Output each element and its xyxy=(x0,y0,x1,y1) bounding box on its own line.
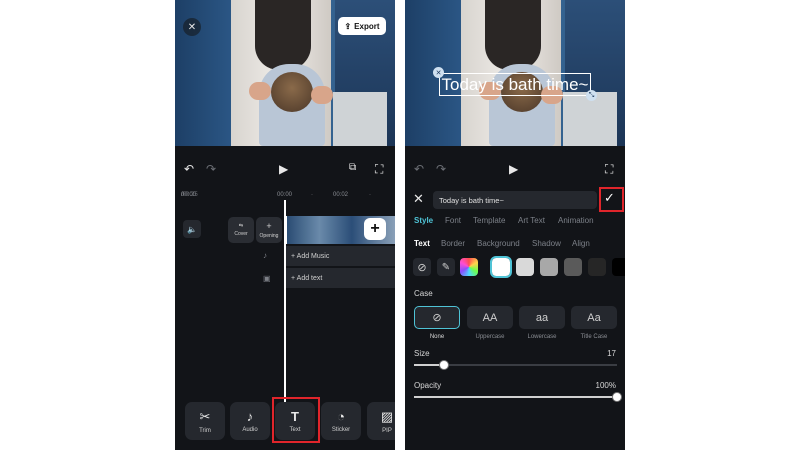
playback-controls: ↶ ↷ ▶ ⛶ xyxy=(405,160,625,180)
tab-animation[interactable]: Animation xyxy=(558,216,594,225)
opacity-value: 100% xyxy=(595,381,616,390)
size-slider-knob[interactable] xyxy=(439,360,450,370)
add-clip-button[interactable]: + xyxy=(364,218,386,240)
tab-style[interactable]: Style xyxy=(414,216,445,225)
case-uppercase-label: Uppercase xyxy=(475,334,505,340)
ruler-mark: 00:00 xyxy=(277,192,293,198)
case-titlecase-button[interactable]: Aa xyxy=(571,306,617,329)
style-tabs: Style Font Template Art Text Animation xyxy=(414,216,625,225)
close-icon[interactable]: ✕ xyxy=(413,191,424,207)
pip-image-icon: ▨ xyxy=(380,408,394,424)
opening-button[interactable]: + Opening xyxy=(256,217,282,243)
play-icon[interactable]: ▶ xyxy=(279,162,288,176)
export-button[interactable]: ⇪ Export xyxy=(338,17,386,35)
tab-art-text[interactable]: Art Text xyxy=(518,216,558,225)
case-titlecase-label: Title Case xyxy=(580,334,608,340)
fullscreen-icon[interactable]: ⛶ xyxy=(605,162,613,177)
text-track-icon: ▣ xyxy=(263,274,271,283)
mute-icon[interactable]: 🔈 xyxy=(183,220,201,238)
play-icon[interactable]: ▶ xyxy=(509,162,518,176)
case-heading: Case xyxy=(414,289,433,298)
ruler-dot: · xyxy=(311,192,313,198)
size-value: 17 xyxy=(607,349,616,358)
case-none-label: None xyxy=(429,334,445,340)
color-swatch[interactable] xyxy=(540,258,558,276)
plus-icon: + xyxy=(266,221,272,231)
color-swatch[interactable] xyxy=(612,258,625,276)
text-tool-highlight xyxy=(272,397,320,443)
eyedropper-icon[interactable]: ✎ xyxy=(437,258,455,276)
undo-icon[interactable]: ↶ xyxy=(184,162,194,176)
subtab-border[interactable]: Border xyxy=(441,239,477,248)
tool-audio[interactable]: ♪ Audio xyxy=(230,402,270,440)
redo-icon[interactable]: ↷ xyxy=(436,162,446,176)
undo-icon[interactable]: ↶ xyxy=(414,162,424,176)
cover-button[interactable]: ⇆ Cover xyxy=(228,217,254,243)
video-editor-screen: ✕ ⇪ Export ↶ ↷ ▶ ⧉ ⛶ 00:00/00:25 00:00 ·… xyxy=(175,0,395,450)
tab-template[interactable]: Template xyxy=(473,216,518,225)
opacity-slider-knob[interactable] xyxy=(612,392,622,402)
size-slider[interactable] xyxy=(414,360,617,370)
magic-settings-icon[interactable]: ⧉ xyxy=(349,162,356,173)
resize-rotate-icon[interactable]: ⤡ xyxy=(586,90,597,101)
no-color-icon[interactable]: ⊘ xyxy=(413,258,431,276)
ruler-mark: 00:02 xyxy=(333,192,349,198)
color-swatch[interactable] xyxy=(490,256,512,278)
redo-icon[interactable]: ↷ xyxy=(206,162,216,176)
music-note-icon: ♪ xyxy=(246,409,254,424)
subtab-text[interactable]: Text xyxy=(414,239,441,248)
text-subtabs: Text Border Background Shadow Align xyxy=(414,239,625,248)
color-picker-icon[interactable] xyxy=(460,258,478,276)
tab-font[interactable]: Font xyxy=(445,216,473,225)
tool-pip[interactable]: ▨ PIP xyxy=(367,402,395,440)
tool-sticker[interactable]: ◔ Sticker xyxy=(321,402,361,440)
tool-trim[interactable]: ✂ Trim xyxy=(185,402,225,440)
subtab-background[interactable]: Background xyxy=(477,239,532,248)
color-swatch[interactable] xyxy=(564,258,582,276)
playback-controls: ↶ ↷ ▶ ⧉ ⛶ xyxy=(175,160,395,180)
fullscreen-icon[interactable]: ⛶ xyxy=(375,162,383,177)
ruler-dot: · xyxy=(369,192,371,198)
case-lowercase-button[interactable]: aa xyxy=(519,306,565,329)
case-none-button[interactable]: ⊘ xyxy=(414,306,460,329)
color-swatch[interactable] xyxy=(588,258,606,276)
opacity-label: Opacity xyxy=(414,381,442,390)
cover-icon: ⇆ xyxy=(238,223,244,229)
scissors-icon: ✂ xyxy=(199,408,211,424)
case-lowercase-label: Lowercase xyxy=(527,334,557,340)
case-uppercase-button[interactable]: AA xyxy=(467,306,513,329)
text-edit-bar: ✕ Today is bath time~ ✓ xyxy=(405,188,625,212)
upload-icon: ⇪ xyxy=(344,21,352,31)
time-readout: 00:00/00:25 xyxy=(181,192,198,198)
color-swatch[interactable] xyxy=(516,258,534,276)
delete-overlay-icon[interactable]: ✕ xyxy=(433,67,444,78)
opacity-slider[interactable] xyxy=(414,392,622,402)
add-text-lane[interactable]: + Add text xyxy=(285,268,395,288)
close-icon[interactable]: ✕ xyxy=(183,18,201,36)
color-swatches: ⊘ ✎ xyxy=(413,256,625,278)
subtab-align[interactable]: Align xyxy=(572,239,590,248)
add-music-lane[interactable]: + Add Music xyxy=(285,246,395,266)
confirm-highlight xyxy=(599,187,624,212)
sticker-icon: ◔ xyxy=(337,409,345,424)
size-label: Size xyxy=(414,349,430,358)
text-editor-screen: Today is bath time~ ✕ ⤡ ↶ ↷ ▶ ⛶ ✕ Today … xyxy=(405,0,625,450)
subtab-shadow[interactable]: Shadow xyxy=(532,239,572,248)
music-track-icon: ♪ xyxy=(263,251,267,260)
text-overlay[interactable]: Today is bath time~ xyxy=(439,73,591,96)
playhead[interactable] xyxy=(284,200,286,425)
opacity-slider-fill xyxy=(414,396,617,398)
text-input[interactable]: Today is bath time~ xyxy=(433,191,597,209)
